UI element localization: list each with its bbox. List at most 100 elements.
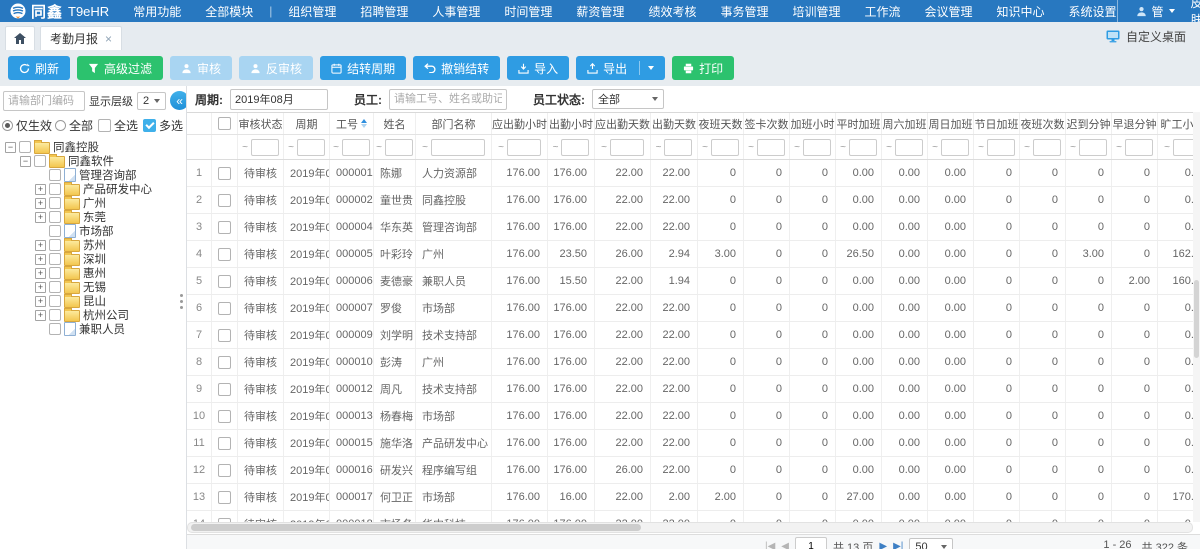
column-filter-input[interactable] — [1079, 139, 1107, 156]
column-header-16[interactable]: 夜班次数 — [1020, 113, 1066, 134]
collapse-panel-button[interactable]: « — [170, 91, 187, 110]
expand-plus-icon[interactable]: + — [35, 240, 46, 251]
column-filter-input[interactable] — [987, 139, 1015, 156]
tree-node-checkbox[interactable] — [49, 253, 61, 265]
column-filter-input[interactable] — [711, 139, 739, 156]
tree-node-checkbox[interactable] — [49, 309, 61, 321]
print-button[interactable]: 打印 — [672, 56, 734, 80]
close-icon[interactable]: × — [105, 33, 112, 45]
column-header-11[interactable]: 加班小时 — [790, 113, 836, 134]
refresh-button[interactable]: 刷新 — [8, 56, 70, 80]
column-header-9[interactable]: 夜班天数 — [698, 113, 744, 134]
logo[interactable]: 同鑫 T9eHR — [0, 1, 119, 22]
custom-desktop-link[interactable]: 自定义桌面 — [1106, 28, 1200, 45]
tab-home[interactable] — [5, 26, 35, 50]
table-row[interactable]: 7待审核2019年08月000009刘学明技术支持部176.00176.0022… — [187, 322, 1200, 349]
nav-item-6[interactable]: 薪资管理 — [576, 3, 624, 20]
row-checkbox[interactable] — [218, 383, 231, 396]
table-row[interactable]: 10待审核2019年08月000013杨春梅市场部176.00176.0022.… — [187, 403, 1200, 430]
table-row[interactable]: 2待审核2019年08月000002童世贵同鑫控股176.00176.0022.… — [187, 187, 1200, 214]
tree-node[interactable]: +苏州 — [2, 238, 186, 252]
column-header-18[interactable]: 早退分钟 — [1112, 113, 1158, 134]
tree-node[interactable]: +无锡 — [2, 280, 186, 294]
tree-node-checkbox[interactable] — [34, 155, 46, 167]
tree-node-checkbox[interactable] — [49, 211, 61, 223]
row-checkbox[interactable] — [218, 356, 231, 369]
column-filter-input[interactable] — [803, 139, 831, 156]
nav-item-1[interactable]: 全部模块 — [205, 3, 253, 20]
tree-node-checkbox[interactable] — [49, 225, 61, 237]
tree-node-checkbox[interactable] — [49, 197, 61, 209]
column-header-8[interactable]: 出勤天数 — [651, 113, 698, 134]
only-active-radio[interactable] — [2, 120, 13, 131]
period-input[interactable] — [230, 89, 328, 110]
row-checkbox[interactable] — [218, 194, 231, 207]
nav-item-9[interactable]: 培训管理 — [792, 3, 840, 20]
nav-item-5[interactable]: 时间管理 — [504, 3, 552, 20]
column-header-3[interactable]: 姓名 — [374, 113, 416, 134]
row-checkbox[interactable] — [218, 302, 231, 315]
expand-plus-icon[interactable]: + — [35, 268, 46, 279]
column-filter-input[interactable] — [507, 139, 541, 156]
row-checkbox[interactable] — [218, 329, 231, 342]
expand-plus-icon[interactable]: + — [35, 254, 46, 265]
column-header-12[interactable]: 平时加班 — [836, 113, 882, 134]
tree-node[interactable]: +杭州公司 — [2, 308, 186, 322]
column-header-7[interactable]: 应出勤天数 — [595, 113, 651, 134]
row-checkbox[interactable] — [218, 491, 231, 504]
multi-select-checkbox[interactable] — [143, 119, 156, 132]
horizontal-scrollbar-thumb[interactable] — [191, 524, 641, 531]
table-row[interactable]: 8待审核2019年08月000010彭涛广州176.00176.0022.002… — [187, 349, 1200, 376]
column-header-15[interactable]: 节日加班 — [974, 113, 1020, 134]
column-header-0[interactable]: 审核状态 — [238, 113, 284, 134]
undo-carry-forward-button[interactable]: 撤销结转 — [413, 56, 500, 80]
tab-attendance-monthly-report[interactable]: 考勤月报 × — [40, 26, 122, 50]
tree-node-checkbox[interactable] — [49, 169, 61, 181]
export-dropdown-button[interactable] — [639, 61, 654, 75]
table-row[interactable]: 12待审核2019年08月000016研发兴程序编写组176.00176.002… — [187, 457, 1200, 484]
tree-node[interactable]: 管理咨询部 — [2, 168, 186, 182]
table-row[interactable]: 5待审核2019年08月000006麦德豪兼职人员176.0015.5022.0… — [187, 268, 1200, 295]
collapse-minus-icon[interactable]: − — [20, 156, 31, 167]
expand-plus-icon[interactable]: + — [35, 296, 46, 307]
employee-search-input[interactable] — [389, 89, 507, 110]
carry-forward-period-button[interactable]: 结转周期 — [320, 56, 406, 80]
expand-plus-icon[interactable]: + — [35, 282, 46, 293]
table-row[interactable]: 9待审核2019年08月000012周凡技术支持部176.00176.0022.… — [187, 376, 1200, 403]
vertical-scrollbar-thumb[interactable] — [1194, 280, 1199, 358]
tree-node[interactable]: −同鑫软件 — [2, 154, 186, 168]
nav-item-11[interactable]: 会议管理 — [925, 3, 973, 20]
row-checkbox[interactable] — [218, 248, 231, 261]
column-filter-input[interactable] — [297, 139, 325, 156]
tree-node[interactable]: +东莞 — [2, 210, 186, 224]
row-checkbox[interactable] — [218, 437, 231, 450]
tree-node[interactable]: +广州 — [2, 196, 186, 210]
table-row[interactable]: 13待审核2019年08月000017何卫正市场部176.0016.0022.0… — [187, 484, 1200, 511]
tree-node[interactable]: 兼职人员 — [2, 322, 186, 336]
nav-item-7[interactable]: 绩效考核 — [648, 3, 696, 20]
column-filter-input[interactable] — [1033, 139, 1061, 156]
horizontal-scrollbar[interactable] — [187, 522, 1193, 533]
table-row[interactable]: 11待审核2019年08月000015施华洛产品研发中心176.00176.00… — [187, 430, 1200, 457]
nav-item-13[interactable]: 系统设置 — [1069, 3, 1117, 20]
column-header-10[interactable]: 签卡次数 — [744, 113, 790, 134]
column-filter-input[interactable] — [941, 139, 969, 156]
column-filter-input[interactable] — [431, 139, 485, 156]
column-filter-input[interactable] — [757, 139, 785, 156]
column-filter-input[interactable] — [610, 139, 644, 156]
nav-item-10[interactable]: 工作流 — [864, 3, 900, 20]
tree-node-checkbox[interactable] — [49, 281, 61, 293]
page-input[interactable] — [795, 537, 827, 549]
advanced-filter-button[interactable]: 高级过滤 — [77, 56, 163, 80]
select-all-rows-checkbox[interactable] — [218, 117, 231, 130]
column-header-5[interactable]: 应出勤小时 — [492, 113, 548, 134]
tree-node-checkbox[interactable] — [49, 183, 61, 195]
column-filter-input[interactable] — [251, 139, 279, 156]
column-filter-input[interactable] — [664, 139, 692, 156]
dept-code-input[interactable] — [3, 91, 85, 111]
row-checkbox[interactable] — [218, 464, 231, 477]
tree-node[interactable]: −同鑫控股 — [2, 140, 186, 154]
tree-node[interactable]: +昆山 — [2, 294, 186, 308]
column-header-17[interactable]: 迟到分钟 — [1066, 113, 1112, 134]
tree-node-checkbox[interactable] — [49, 239, 61, 251]
